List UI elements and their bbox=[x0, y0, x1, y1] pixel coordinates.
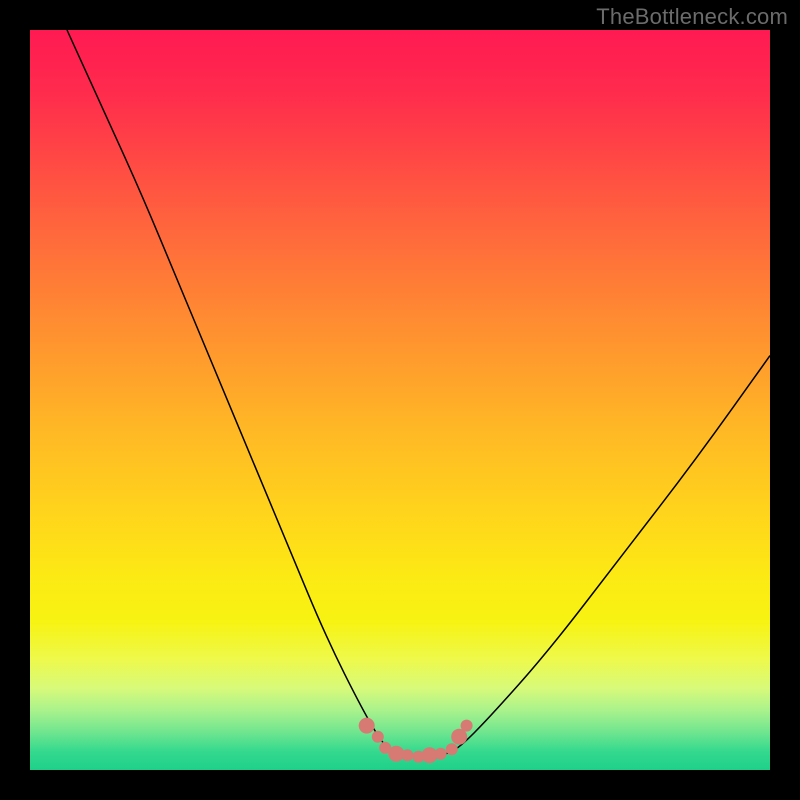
watermark-text: TheBottleneck.com bbox=[596, 4, 788, 30]
optimal-dot bbox=[359, 718, 375, 734]
chart-frame: TheBottleneck.com bbox=[0, 0, 800, 800]
curve-layer bbox=[30, 30, 770, 770]
optimal-dot bbox=[446, 743, 458, 755]
plot-area bbox=[30, 30, 770, 770]
bottleneck-curve bbox=[67, 30, 770, 755]
optimal-dots bbox=[359, 718, 473, 764]
optimal-dot bbox=[372, 731, 384, 743]
curve-path bbox=[67, 30, 770, 755]
optimal-dot bbox=[461, 720, 473, 732]
optimal-dot bbox=[401, 749, 413, 761]
optimal-dot bbox=[435, 748, 447, 760]
